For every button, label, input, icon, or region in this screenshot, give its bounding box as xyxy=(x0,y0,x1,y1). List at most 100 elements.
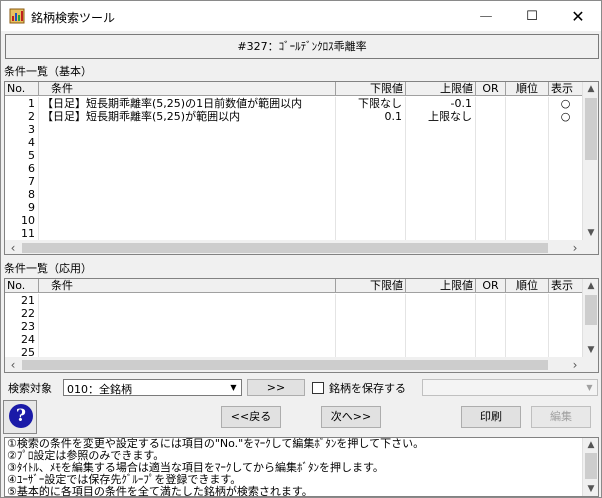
cell-rank[interactable] xyxy=(506,227,549,240)
cell-show[interactable] xyxy=(549,136,583,149)
cell-rank[interactable] xyxy=(506,333,549,346)
cell-rank[interactable] xyxy=(506,97,549,110)
cell-lower[interactable] xyxy=(336,188,406,201)
search-target-select[interactable]: 010：全銘柄 ▼ xyxy=(63,379,242,396)
cell-no[interactable]: 24 xyxy=(5,333,39,346)
cell-upper[interactable] xyxy=(406,188,476,201)
cell-condition[interactable] xyxy=(39,227,336,240)
cell-no[interactable]: 2 xyxy=(5,110,39,123)
cell-rank[interactable] xyxy=(506,320,549,333)
cell-or[interactable] xyxy=(476,201,506,214)
basic-hscroll-thumb[interactable] xyxy=(22,243,548,253)
col-header-show[interactable]: 表示 xyxy=(549,82,583,96)
scroll-down-icon[interactable]: ▼ xyxy=(583,482,598,496)
cell-rank[interactable] xyxy=(506,123,549,136)
group-select[interactable]: ▼ xyxy=(422,379,598,396)
cell-lower[interactable] xyxy=(336,162,406,175)
cell-condition[interactable]: 【日足】短長期乖離率(5,25)が範囲以内 xyxy=(39,110,336,123)
table-row[interactable]: 1 【日足】短長期乖離率(5,25)の1日前数値が範囲以内 下限なし -0.1 ○ xyxy=(5,97,583,110)
cell-or[interactable] xyxy=(476,188,506,201)
cell-upper[interactable] xyxy=(406,307,476,320)
cell-rank[interactable] xyxy=(506,162,549,175)
table-row[interactable]: 8 xyxy=(5,188,583,201)
col-header-no[interactable]: No. xyxy=(5,279,39,293)
cell-condition[interactable] xyxy=(39,188,336,201)
cell-no[interactable]: 21 xyxy=(5,294,39,307)
next-button[interactable]: 次へ>> xyxy=(321,406,381,428)
cell-no[interactable]: 11 xyxy=(5,227,39,240)
col-header-or[interactable]: OR xyxy=(476,279,506,293)
cell-show[interactable] xyxy=(549,320,583,333)
cell-rank[interactable] xyxy=(506,136,549,149)
cell-upper[interactable] xyxy=(406,162,476,175)
col-header-condition[interactable]: 条件 xyxy=(39,279,336,293)
cell-or[interactable] xyxy=(476,123,506,136)
edit-button[interactable]: 編集 xyxy=(531,406,591,428)
scroll-down-icon[interactable]: ▼ xyxy=(583,343,598,357)
cell-no[interactable]: 3 xyxy=(5,123,39,136)
cell-show[interactable] xyxy=(549,188,583,201)
basic-vscroll-thumb[interactable] xyxy=(585,98,597,160)
col-header-no[interactable]: No. xyxy=(5,82,39,96)
basic-vertical-scrollbar[interactable]: ▲ ▼ xyxy=(582,82,598,240)
scroll-up-icon[interactable]: ▲ xyxy=(583,279,598,293)
maximize-button[interactable]: ☐ xyxy=(509,1,555,31)
cell-or[interactable] xyxy=(476,214,506,227)
notes-vscroll-thumb[interactable] xyxy=(585,453,597,479)
cell-rank[interactable] xyxy=(506,149,549,162)
cell-or[interactable] xyxy=(476,162,506,175)
col-header-rank[interactable]: 順位 xyxy=(506,279,549,293)
cell-no[interactable]: 7 xyxy=(5,175,39,188)
scroll-right-icon[interactable]: › xyxy=(567,240,583,254)
cell-or[interactable] xyxy=(476,333,506,346)
cell-lower[interactable] xyxy=(336,175,406,188)
table-row[interactable]: 24 xyxy=(5,333,583,346)
basic-conditions-grid[interactable]: No. 条件 下限値 上限値 OR 順位 表示 1 【日足】短長期乖離率(5,25… xyxy=(4,81,599,255)
cell-show[interactable] xyxy=(549,214,583,227)
cell-show[interactable] xyxy=(549,149,583,162)
cell-upper[interactable] xyxy=(406,294,476,307)
cell-condition[interactable] xyxy=(39,162,336,175)
cell-lower[interactable] xyxy=(336,149,406,162)
cell-or[interactable] xyxy=(476,294,506,307)
col-header-or[interactable]: OR xyxy=(476,82,506,96)
cell-or[interactable] xyxy=(476,175,506,188)
cell-upper[interactable] xyxy=(406,175,476,188)
cell-or[interactable] xyxy=(476,149,506,162)
table-row[interactable]: 21 xyxy=(5,294,583,307)
table-row[interactable]: 11 xyxy=(5,227,583,240)
cell-show[interactable] xyxy=(549,333,583,346)
scroll-left-icon[interactable]: ‹ xyxy=(5,240,21,254)
table-row[interactable]: 10 xyxy=(5,214,583,227)
table-row[interactable]: 3 xyxy=(5,123,583,136)
scroll-right-icon[interactable]: › xyxy=(567,357,583,372)
cell-rank[interactable] xyxy=(506,188,549,201)
cell-upper[interactable] xyxy=(406,201,476,214)
table-row[interactable]: 7 xyxy=(5,175,583,188)
cell-no[interactable]: 1 xyxy=(5,97,39,110)
cell-or[interactable] xyxy=(476,227,506,240)
cell-or[interactable] xyxy=(476,97,506,110)
applied-vscroll-thumb[interactable] xyxy=(585,295,597,325)
cell-no[interactable]: 6 xyxy=(5,162,39,175)
table-row[interactable]: 6 xyxy=(5,162,583,175)
cell-rank[interactable] xyxy=(506,110,549,123)
cell-upper[interactable] xyxy=(406,149,476,162)
cell-condition[interactable] xyxy=(39,136,336,149)
cell-or[interactable] xyxy=(476,307,506,320)
cell-upper[interactable] xyxy=(406,333,476,346)
scroll-up-icon[interactable]: ▲ xyxy=(583,82,598,96)
cell-condition[interactable] xyxy=(39,294,336,307)
table-row[interactable]: 4 xyxy=(5,136,583,149)
col-header-show[interactable]: 表示 xyxy=(549,279,583,293)
table-row[interactable]: 9 xyxy=(5,201,583,214)
cell-upper[interactable] xyxy=(406,136,476,149)
cell-or[interactable] xyxy=(476,110,506,123)
cell-lower[interactable] xyxy=(336,227,406,240)
applied-horizontal-scrollbar[interactable]: ‹ › xyxy=(5,357,583,372)
cell-show[interactable] xyxy=(549,294,583,307)
cell-no[interactable]: 8 xyxy=(5,188,39,201)
cell-lower[interactable] xyxy=(336,307,406,320)
print-button[interactable]: 印刷 xyxy=(461,406,521,428)
col-header-lower[interactable]: 下限値 xyxy=(336,82,406,96)
